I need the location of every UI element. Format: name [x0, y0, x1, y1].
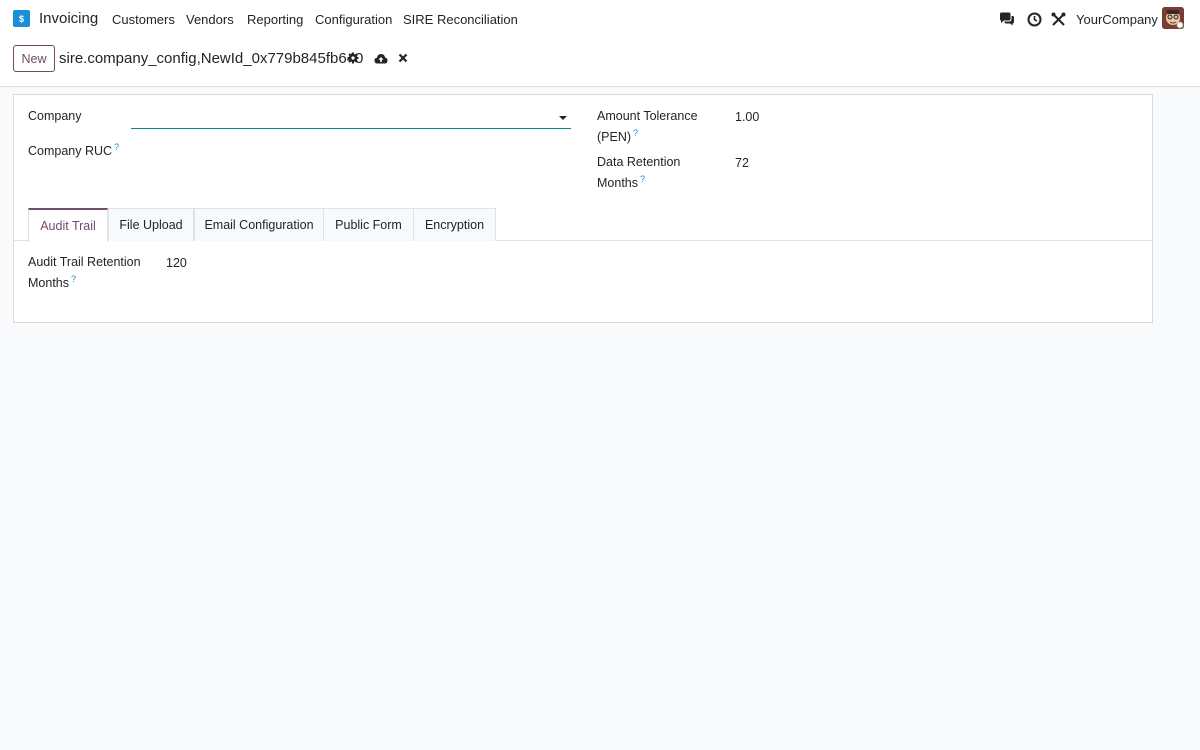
company-field[interactable]: [131, 108, 571, 129]
menu-sire-reconciliation[interactable]: SIRE Reconciliation: [403, 12, 518, 27]
company-ruc-label: Company RUC?: [28, 142, 120, 159]
audit-trail-retention-label: Audit Trail Retention Months?: [28, 255, 141, 291]
tab-public-form[interactable]: Public Form: [323, 208, 414, 241]
audit-trail-retention-field[interactable]: 120: [166, 256, 187, 270]
data-retention-field[interactable]: 72: [735, 156, 749, 170]
company-switcher[interactable]: YourCompany: [1076, 12, 1158, 27]
menu-reporting[interactable]: Reporting: [247, 12, 303, 27]
app-name[interactable]: Invoicing: [39, 10, 98, 27]
menu-configuration[interactable]: Configuration: [315, 12, 392, 27]
amount-tolerance-label: Amount Tolerance (PEN)?: [597, 109, 698, 145]
help-icon[interactable]: ?: [71, 274, 76, 284]
form-sheet: Company Company RUC? Amount Tolerance (PE…: [13, 94, 1153, 323]
help-icon[interactable]: ?: [633, 128, 638, 138]
control-panel: New sire.company_config,NewId_0x779b845f…: [0, 38, 1200, 87]
chevron-down-icon[interactable]: [559, 116, 567, 120]
notebook-tabs: Audit Trail File Upload Email Configurat…: [14, 208, 1152, 242]
chat-icon[interactable]: [998, 10, 1016, 28]
tools-icon[interactable]: [1049, 10, 1067, 28]
tab-encryption[interactable]: Encryption: [413, 208, 496, 241]
company-label: Company: [28, 109, 82, 123]
menu-customers[interactable]: Customers: [112, 12, 175, 27]
menu-vendors[interactable]: Vendors: [186, 12, 234, 27]
top-navbar: $ Invoicing Customers Vendors Reporting …: [0, 0, 1200, 38]
data-retention-label: Data Retention Months?: [597, 155, 681, 191]
user-avatar[interactable]: [1162, 7, 1184, 29]
tab-email-configuration[interactable]: Email Configuration: [194, 208, 324, 241]
close-icon[interactable]: [396, 51, 410, 65]
app-logo-icon[interactable]: $: [13, 10, 32, 29]
tab-file-upload[interactable]: File Upload: [108, 208, 194, 241]
cloud-upload-icon[interactable]: [374, 51, 388, 65]
amount-tolerance-field[interactable]: 1.00: [735, 110, 759, 124]
help-icon[interactable]: ?: [640, 174, 645, 184]
help-icon[interactable]: ?: [114, 142, 119, 152]
record-title: sire.company_config,NewId_0x779b845fb640: [59, 50, 364, 67]
gear-icon[interactable]: [346, 51, 360, 65]
new-button[interactable]: New: [13, 45, 55, 72]
clock-icon[interactable]: [1025, 10, 1043, 28]
tab-audit-trail[interactable]: Audit Trail: [28, 208, 108, 242]
